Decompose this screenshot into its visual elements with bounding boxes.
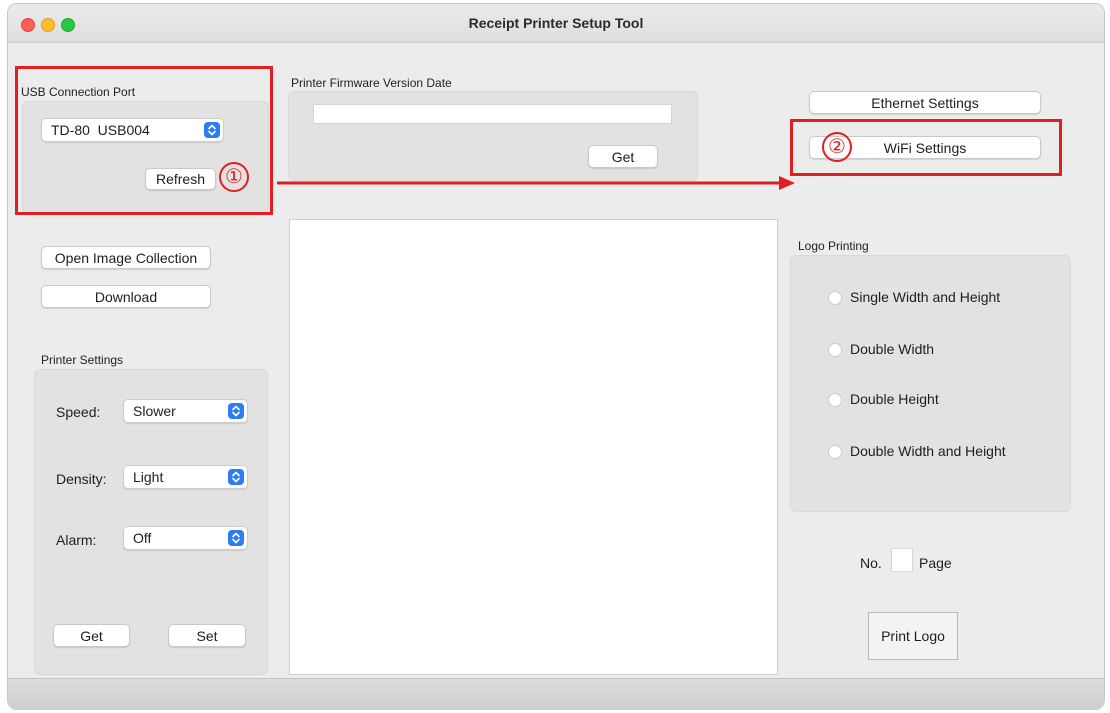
logo-printing-group-label: Logo Printing: [798, 239, 869, 253]
app-window: Receipt Printer Setup Tool USB Connectio…: [7, 3, 1105, 710]
speed-value: Slower: [133, 403, 176, 419]
printer-settings-get-button[interactable]: Get: [53, 624, 130, 647]
radio-single-width-height[interactable]: [828, 291, 842, 305]
alarm-select[interactable]: Off: [123, 526, 248, 550]
status-bar: [8, 678, 1104, 709]
density-select[interactable]: Light: [123, 465, 248, 489]
alarm-value: Off: [133, 530, 152, 546]
page-number-input[interactable]: [891, 548, 913, 572]
printer-settings-group-label: Printer Settings: [41, 353, 124, 367]
firmware-version-field[interactable]: [313, 104, 672, 124]
radio-double-width-height[interactable]: [828, 445, 842, 459]
window-title: Receipt Printer Setup Tool: [468, 15, 644, 31]
page-label: Page: [919, 555, 952, 571]
select-chevron-icon: [228, 469, 244, 485]
density-label: Density:: [56, 471, 107, 487]
radio-label: Single Width and Height: [850, 289, 1001, 305]
title-bar: Receipt Printer Setup Tool: [8, 4, 1104, 43]
radio-label: Double Height: [850, 391, 939, 407]
density-value: Light: [133, 469, 164, 485]
arrow-icon: [277, 176, 795, 190]
radio-double-height[interactable]: [828, 393, 842, 407]
open-image-collection-button[interactable]: Open Image Collection: [41, 246, 211, 269]
radio-double-width[interactable]: [828, 343, 842, 357]
ethernet-settings-button[interactable]: Ethernet Settings: [809, 91, 1041, 114]
page-number-label: No.: [860, 555, 882, 571]
print-logo-button[interactable]: Print Logo: [868, 612, 958, 660]
image-preview-area[interactable]: [289, 219, 778, 675]
wifi-highlight-box: [790, 119, 1062, 176]
alarm-label: Alarm:: [56, 532, 97, 548]
speed-label: Speed:: [56, 404, 101, 420]
download-button[interactable]: Download: [41, 285, 211, 308]
usb-highlight-box: [15, 66, 273, 215]
firmware-group-label: Printer Firmware Version Date: [291, 76, 452, 90]
speed-select[interactable]: Slower: [123, 399, 248, 423]
radio-label: Double Width and Height: [850, 443, 1006, 459]
select-chevron-icon: [228, 530, 244, 546]
radio-label: Double Width: [850, 341, 935, 357]
printer-settings-set-button[interactable]: Set: [168, 624, 246, 647]
main-content: USB Connection Port TD-80 USB004 Refresh…: [8, 43, 1104, 679]
select-chevron-icon: [228, 403, 244, 419]
